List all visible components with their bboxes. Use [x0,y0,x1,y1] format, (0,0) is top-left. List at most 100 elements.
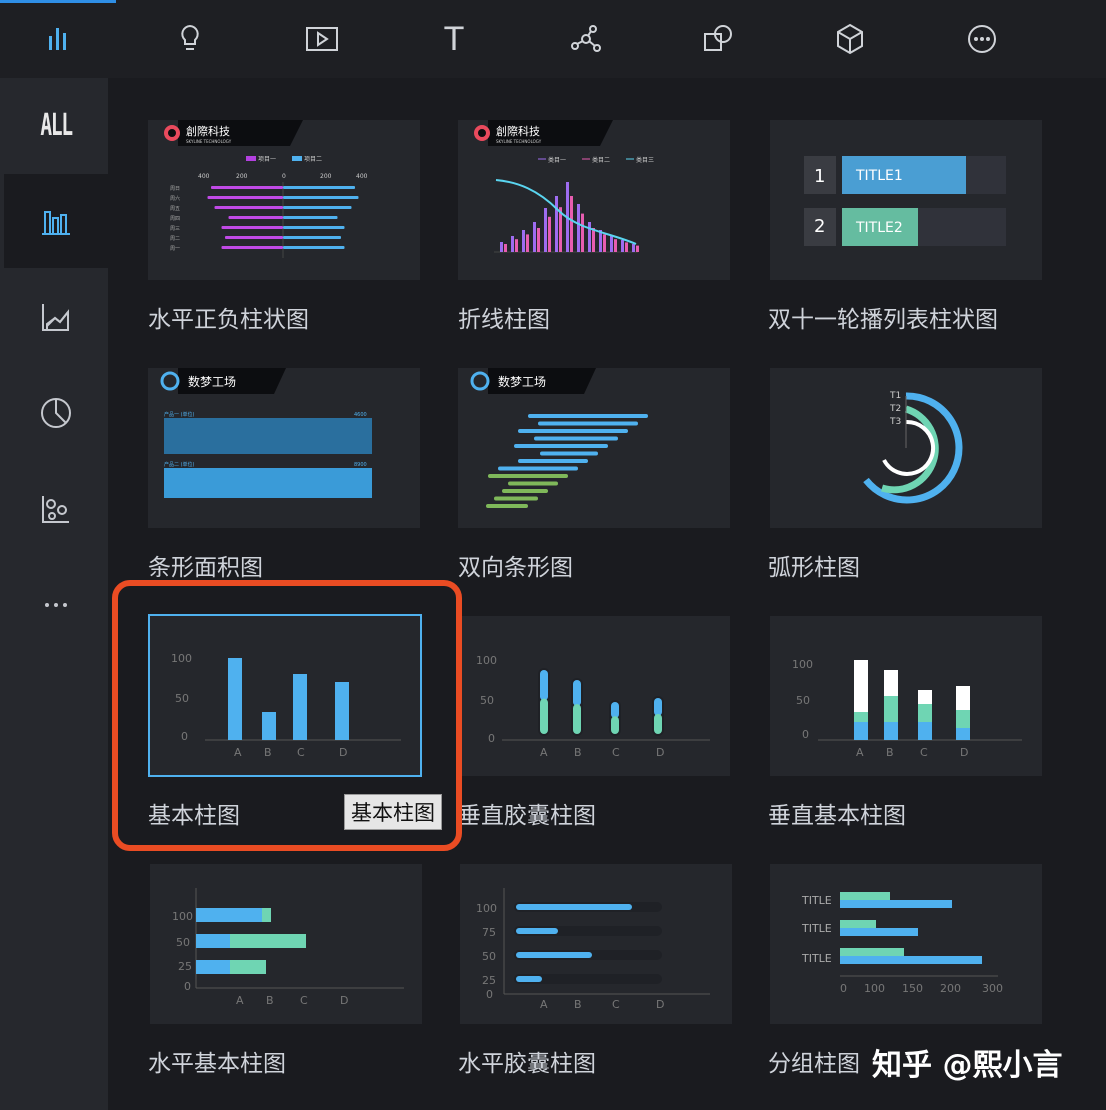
stack-white [956,686,970,710]
x-tick-b: B [574,998,582,1011]
toolbar-bulb[interactable] [132,0,248,78]
pos-bar [283,216,338,219]
bar-purple [544,208,547,252]
x-tick-a: A [540,998,548,1011]
x-tick-150: 150 [902,982,923,995]
stack-blue [956,728,970,740]
toolbar-more[interactable] [924,0,1040,78]
sidebar-item-pie[interactable] [4,366,108,460]
pie-chart-icon [41,398,71,428]
stack-green [854,712,868,722]
x-tick-b: B [886,746,894,759]
grouped-title-2: TITLE [801,922,832,935]
neg-bar [228,216,283,219]
capsule-fill-blue [654,698,662,716]
cube-icon [837,23,863,55]
bidir-bar [518,429,628,433]
horizontal-capsule-bars [514,902,662,984]
brand-label: 数梦工场 [498,374,546,389]
capsule-bars [538,668,664,736]
chart-card-bar-area[interactable]: 数梦工场 产品一 (单位) 4600 产品二 (单位) 8900 [148,368,420,528]
pos-bar [283,196,359,199]
pos-bar [283,186,355,189]
line-bar-bars [500,182,639,252]
x-tick-c: C [300,994,308,1007]
chart-card-arc-bar[interactable]: T1 T2 T3 [770,368,1042,528]
chart-card-label: 水平胶囊柱图 [458,1051,596,1077]
toolbar-cube[interactable] [792,0,908,78]
line-bar-thumbnail: 創際科技 SKYLINE TECHNOLOGY 类目一 类目二 类目三 [474,120,654,253]
capsule-fill-blue [611,702,619,719]
legend-cat3: 类目三 [636,156,654,164]
bar-pink [548,216,551,252]
toolbar-media[interactable] [264,0,380,78]
bar-pink [504,244,507,252]
hbar-green [262,908,271,922]
bar-pink [636,245,639,252]
chart-card-line-bar[interactable]: 創際科技 SKYLINE TECHNOLOGY 类目一 类目二 类目三 [458,120,730,280]
x-tick-100: 100 [864,982,885,995]
stack-blue [854,722,868,740]
toolbar-shapes[interactable] [660,0,776,78]
media-icon [306,27,338,51]
chart-card-label: 双向条形图 [458,555,573,581]
chart-card-horizontal-pos-neg[interactable]: 創際科技 SKYLINE TECHNOLOGY 项目一 项目二 400 200 … [148,120,420,280]
y-tick-50: 50 [482,950,496,963]
hbar-blue [196,960,230,974]
all-label: ALL [40,107,73,143]
arc-label-t1: T1 [889,391,901,401]
hbar-green [230,960,266,974]
chart-card-horizontal-basic[interactable]: 100 50 25 0 A B C D [150,864,422,1024]
y-tick-100: 100 [792,658,813,671]
day-label: 周三 [170,226,180,232]
bidir-bar [494,496,538,501]
y-tick-50: 50 [176,936,190,949]
bar-purple [522,230,525,252]
chart-card-vertical-basic[interactable]: 100 50 0 A B C D [770,616,1042,776]
chart-card-bidirectional-bar[interactable]: 数梦工场 [458,368,730,528]
grouped-title-1: TITLE [801,894,832,907]
chart-card-vertical-capsule[interactable]: 100 50 0 A B C D [458,616,730,776]
sidebar-item-bar[interactable] [4,174,108,268]
sidebar-item-all[interactable]: ALL [4,78,108,172]
bar-area-thumbnail: 数梦工场 产品一 (单位) 4600 产品二 (单位) 8900 [160,368,372,498]
pos-neg-bars: 周日周六周五周四周三周二周一 [170,186,359,252]
neg-bar [214,206,283,209]
y-tick-100: 100 [172,910,193,923]
x-tick-zero: 0 [282,173,286,180]
sidebar-item-line[interactable] [4,270,108,364]
legend-cat2: 类目二 [592,156,610,164]
chart-card-horizontal-capsule[interactable]: 100 75 50 25 0 A B C D [460,864,732,1024]
bidir-bar [514,444,608,448]
brand-sublabel: SKYLINE TECHNOLOGY [186,139,232,144]
chart-card-grouped-bar[interactable]: TITLE TITLE TITLE 0 100 150 200 300 [770,864,1042,1024]
sidebar-item-scatter[interactable] [4,462,108,556]
x-tick-c: C [612,746,620,759]
toolbar-network[interactable] [528,0,644,78]
x-tick-a: A [236,994,244,1007]
chart-card-label: 垂直胶囊柱图 [458,803,596,829]
group-green [840,920,876,928]
horizontal-basic-bars [196,908,306,974]
legend-b-label: 项目二 [304,156,322,163]
y-tick-75: 75 [482,926,496,939]
more-icon [968,25,996,53]
bar-pink [537,228,540,252]
capsule-fill [516,976,542,982]
toolbar-text[interactable]: T [396,0,512,78]
y-tick-0: 0 [802,728,809,741]
bidirectional-bars [486,414,648,508]
hbar-blue [196,934,230,948]
bar-pink [581,213,584,252]
sidebar-item-more[interactable] [4,558,108,652]
bar-purple [500,242,503,252]
toolbar-bar-chart[interactable] [0,0,116,78]
bidir-bar [518,459,588,463]
y-tick-0: 0 [488,732,495,745]
chart-card-double-eleven[interactable]: 1 TITLE1 2 TITLE2 [770,120,1042,280]
arc-bar-thumbnail: T1 T2 T3 [863,391,963,504]
more-icon [45,603,67,607]
stack-green [918,704,932,722]
x-tick-c: C [920,746,928,759]
bidirectional-bar-thumbnail: 数梦工场 [470,368,648,508]
